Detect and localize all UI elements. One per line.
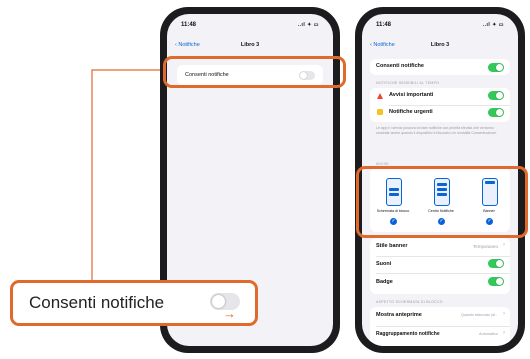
highlight-right-allow [356,166,528,238]
nav-bar: ‹ Notifiche Libro 3 [370,40,510,52]
chevron-right-icon: › [503,330,505,336]
section-lock-screen: ASPETTO SCHERMATA DI BLOCCO [376,300,443,304]
signal-icons: ..ıl ✦ ▭ [297,22,319,28]
highlight-left [163,56,346,88]
badges-toggle[interactable] [488,277,504,286]
status-time: 11:48 [376,22,392,28]
page-title: Libro 3 [240,42,260,48]
grouping-label: Raggruppamento notifiche [376,331,440,337]
allow-notifications-card: Consenti notifiche [370,59,510,75]
status-bar: 11:48 ..ıl ✦ ▭ [376,22,504,32]
lock-screen-options-card: Mostra anteprime Quando sbloccato (di...… [370,307,510,346]
callout-label: Consenti notifiche [29,293,165,312]
badges-label: Badge [376,279,393,285]
important-alerts-label: Avvisi importanti [389,92,434,98]
urgent-notifications-label: Notifiche urgenti [389,109,433,115]
alert-options-card: Stile banner Temporaneo › Suoni Badge [370,238,510,294]
status-bar: 11:48 ..ıl ✦ ▭ [181,22,319,32]
chevron-right-icon: › [503,242,505,248]
show-previews-value[interactable]: Quando sbloccato (di... [461,313,498,317]
time-sensitive-card: Avvisi importanti Notifiche urgenti [370,88,510,122]
time-sensitive-description: Le app e i servizi possono inviare notif… [376,126,497,135]
chevron-right-icon: › [503,311,505,317]
divider [389,105,510,106]
urgent-notifications-toggle[interactable] [488,108,504,117]
divider [376,326,510,327]
arrow-right-icon: → [223,306,236,321]
callout-box: Consenti notifiche → [10,280,258,326]
sounds-toggle[interactable] [488,259,504,268]
grouping-value[interactable]: Automatico [479,332,498,336]
allow-notifications-toggle[interactable] [488,62,504,72]
divider [376,273,510,274]
divider [376,256,510,257]
banner-style-value[interactable]: Temporaneo [473,244,498,249]
sounds-label: Suoni [376,261,392,267]
nav-bar: ‹ Notifiche Libro 3 [175,40,325,52]
banner-style-label: Stile banner [376,243,408,249]
section-time-sensitive: NOTIFICHE SENSIBILI AL TEMPO [376,81,440,85]
warning-icon [377,93,383,99]
important-alerts-toggle[interactable] [488,91,504,100]
page-title: Libro 3 [430,42,450,48]
show-previews-label: Mostra anteprime [376,312,422,318]
allow-notifications-label: Consenti notifiche [376,63,424,69]
clock-icon [377,109,383,115]
status-time: 11:48 [181,22,197,28]
signal-icons: ..ıl ✦ ▭ [482,22,504,28]
